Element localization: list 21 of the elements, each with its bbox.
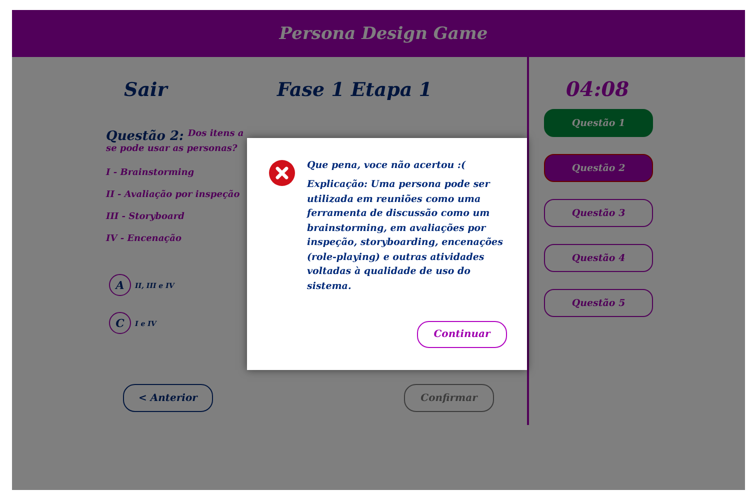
- question-tab[interactable]: Questão 3: [544, 199, 653, 227]
- question-tab[interactable]: Questão 5: [544, 289, 653, 317]
- question-number: Questão 2:: [106, 129, 184, 144]
- continue-button[interactable]: Continuar: [417, 321, 507, 348]
- stage-title: Fase 1 Etapa 1: [277, 79, 432, 103]
- timer: 04:08: [566, 77, 630, 103]
- error-icon: [269, 160, 295, 186]
- dialog-title: Que pena, voce não acertou :(: [307, 160, 467, 171]
- question-text: se pode usar as personas?: [106, 144, 238, 154]
- statement-text: IV - Encenação: [106, 234, 182, 244]
- question-tab[interactable]: Questão 2: [544, 154, 653, 182]
- statement-text: I - Brainstorming: [106, 168, 194, 178]
- question-tab[interactable]: Questão 4: [544, 244, 653, 272]
- statement-text: III - Storyboard: [106, 212, 184, 222]
- explanation-text: Explicação: Uma persona pode ser utilizada em reuniões como uma ferramenta de discussão como um brainstorming, em avaliações por inspeção, storyboarding, encenações (role-playing) e outras atividades voltadas à qualidade de uso do sistema.: [307, 178, 504, 294]
- app-title: Persona Design Game: [279, 24, 488, 44]
- previous-button[interactable]: < Anterior: [123, 384, 213, 412]
- question-tab[interactable]: Questão 1: [544, 109, 653, 137]
- question-text: Dos itens a: [188, 129, 244, 139]
- exit-link[interactable]: Sair: [124, 79, 277, 109]
- statement-text: II - Avaliação por inspeção: [106, 190, 240, 200]
